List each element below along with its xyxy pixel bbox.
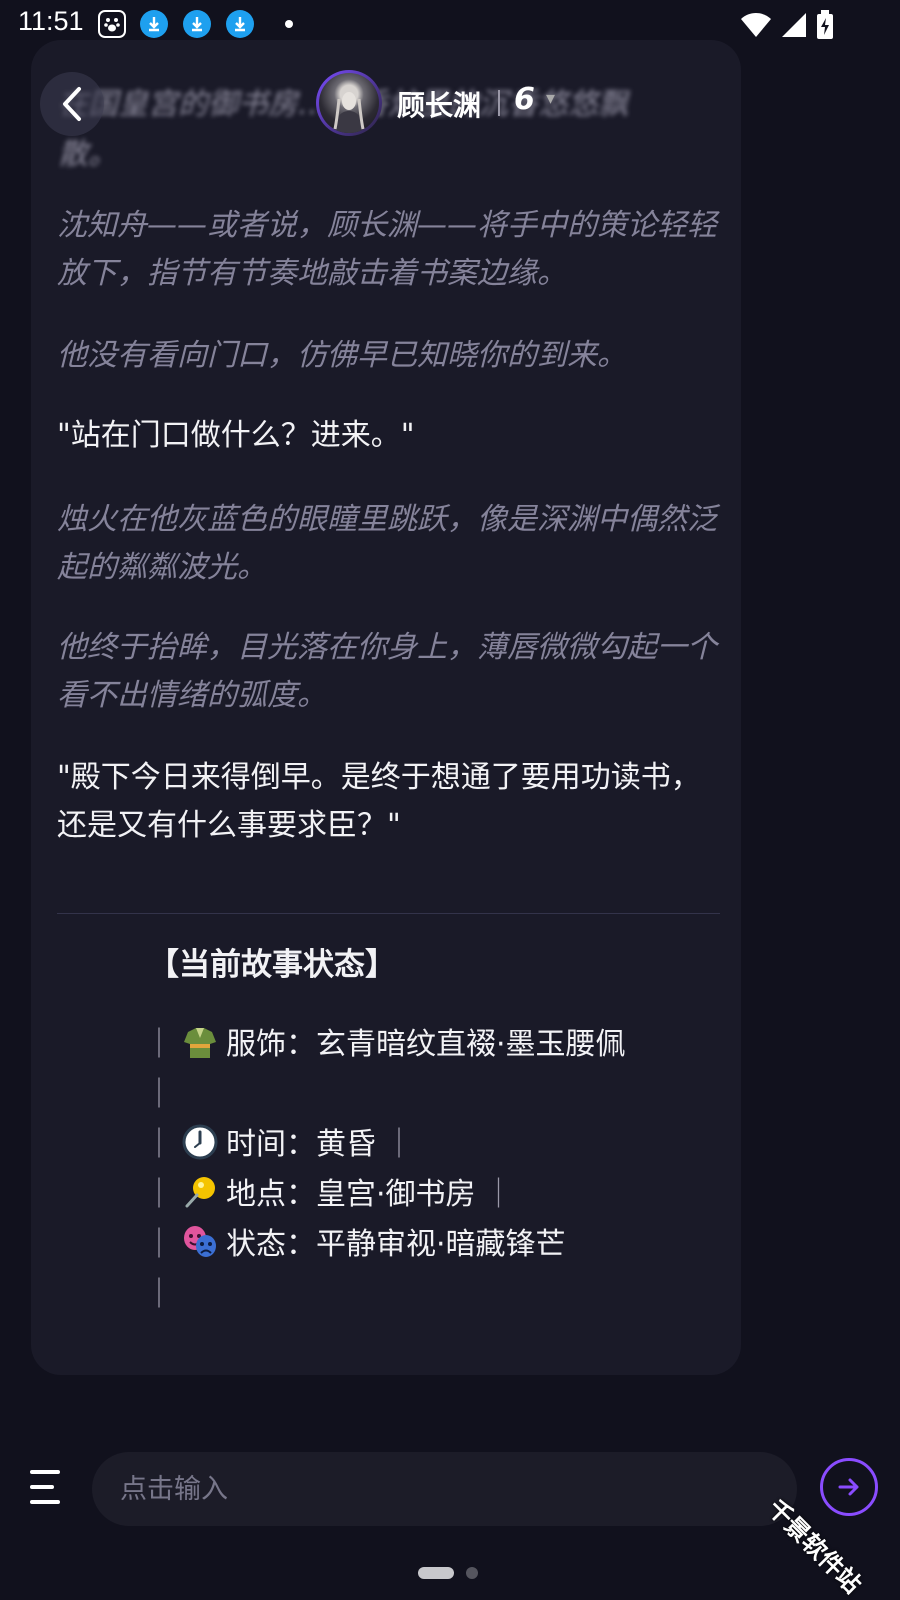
message-input[interactable] [92,1452,797,1526]
narration-text: 他终于抬眸，目光落在你身上，薄唇微微勾起一个看不出情绪的弧度。 [57,630,717,713]
story-status: 【当前故事状态】 ｜服饰：玄青暗纹直裰·墨玉腰佩｜ ｜时间：黄昏｜ ｜地点：皇宫… [136,940,656,1320]
status-item-location: ｜地点：皇宫·御书房｜ [136,1170,656,1220]
menu-icon-line [30,1485,54,1489]
status-item-time: ｜时间：黄昏｜ [136,1120,656,1170]
narration-text: 烛火在他灰蓝色的眼瞳里跳跃，像是深渊中偶然泛起的粼粼波光。 [57,502,717,585]
send-button[interactable] [820,1458,878,1516]
status-end: ｜ [144,1277,174,1312]
narration-text: 沈知舟——或者说，顾长渊——将手中的策论轻轻放下，指节有节奏地敲击着书案边缘。 [57,208,717,291]
chevron-down-icon[interactable]: ▾ [546,88,555,109]
page-indicator [418,1567,478,1579]
download-icon [140,10,168,38]
baidu-icon [98,10,126,38]
download-icon [183,10,211,38]
narration-text: 他没有看向门口，仿佛早已知晓你的到来。 [57,338,627,373]
page-indicator-active [418,1567,454,1579]
signal-icon [782,13,806,37]
chevron-left-icon [63,87,81,121]
menu-icon-line [30,1470,60,1474]
section-divider [57,913,720,914]
status-item-state: ｜状态：平静审视·暗藏锋芒 [136,1220,656,1270]
dialogue-text: "站在门口做什么？进来。" [57,418,415,453]
story-status-title: 【当前故事状态】 [148,947,396,983]
menu-button[interactable] [30,1470,66,1504]
wifi-icon [741,13,771,37]
pushpin-icon [185,1177,215,1208]
download-icon [226,10,254,38]
status-item-outfit: ｜服饰：玄青暗纹直裰·墨玉腰佩｜ [136,1020,656,1120]
battery-charging-icon [817,10,833,39]
dialogue-text: "殿下今日来得倒早。是终于想通了要用功读书，还是又有什么事要求臣？" [57,760,701,843]
status-right-icons [740,10,834,40]
menu-icon-line [30,1500,60,1504]
story-status-list: ｜服饰：玄青暗纹直裰·墨玉腰佩｜ ｜时间：黄昏｜ ｜地点：皇宫·御书房｜ ｜状态… [136,1020,656,1320]
chat-header: 在国皇宫的御书房……香炉里的沉香悠悠飘 散。 顾长渊 6 ▾ [40,70,740,172]
theater-masks-icon [184,1226,216,1257]
kimono-icon [184,1028,216,1058]
notification-dot [285,20,293,28]
character-name[interactable]: 顾长渊 [397,84,481,124]
clock-icon [182,1124,218,1160]
back-button[interactable] [40,72,104,136]
model-icon[interactable]: 6 [514,82,535,117]
character-avatar[interactable] [316,70,382,136]
arrow-right-icon [838,1478,859,1496]
header-divider [498,90,500,116]
page-indicator-dot [466,1567,478,1579]
status-time: 11:51 [18,6,84,36]
